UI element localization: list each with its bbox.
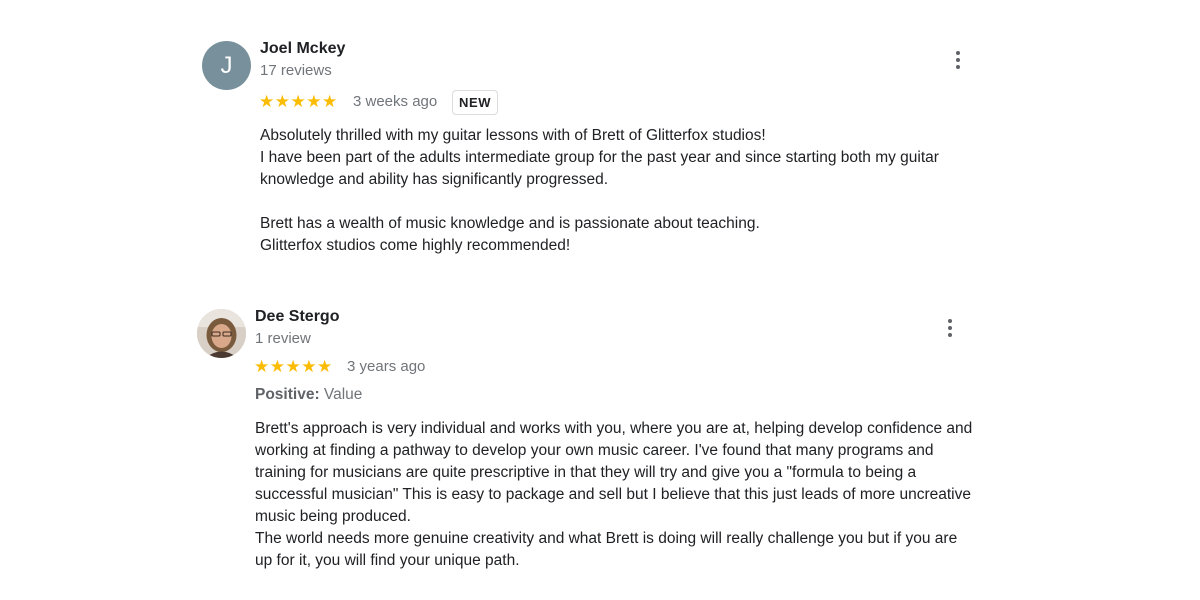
review-line: up for it, you will find your unique pat… — [255, 552, 520, 569]
reviewer-name[interactable]: Joel Mckey — [260, 40, 345, 58]
review-line: The world needs more genuine creativity … — [255, 530, 958, 547]
star-rating: ★★★★★ — [259, 92, 338, 111]
new-badge: NEW — [452, 90, 499, 115]
review-count: 1 review — [255, 330, 311, 347]
star-rating: ★★★★★ — [254, 357, 333, 376]
review-line: training for musicians are quite prescri… — [255, 464, 917, 481]
review-count: 17 reviews — [260, 62, 332, 79]
review-line: working at finding a pathway to develop … — [255, 442, 934, 459]
review-line: Brett's approach is very individual and … — [255, 420, 973, 437]
more-vert-icon[interactable] — [946, 48, 970, 72]
avatar[interactable] — [197, 309, 246, 358]
review-line: music being produced. — [255, 508, 411, 525]
reviewer-name[interactable]: Dee Stergo — [255, 308, 339, 326]
review-age: 3 weeks ago — [353, 93, 438, 110]
review-line: knowledge and ability has significantly … — [260, 171, 609, 188]
review-line: Absolutely thrilled with my guitar lesso… — [260, 127, 766, 144]
review-attribute: Positive: Value — [255, 386, 362, 404]
review-line: I have been part of the adults intermedi… — [260, 149, 939, 166]
more-vert-icon[interactable] — [938, 316, 962, 340]
review-line: successful musician" This is easy to pac… — [255, 486, 971, 503]
review-text: Absolutely thrilled with my guitar lesso… — [260, 125, 1020, 257]
review-line: Brett has a wealth of music knowledge an… — [260, 215, 760, 232]
attribute-label: Positive: — [255, 386, 320, 403]
attribute-value: Value — [323, 386, 363, 403]
avatar-photo-icon — [197, 309, 246, 358]
review-age: 3 years ago — [347, 358, 426, 375]
avatar[interactable]: J — [202, 41, 251, 90]
review-text: Brett's approach is very individual and … — [255, 418, 1035, 572]
review-line: Glitterfox studios come highly recommend… — [260, 237, 571, 254]
